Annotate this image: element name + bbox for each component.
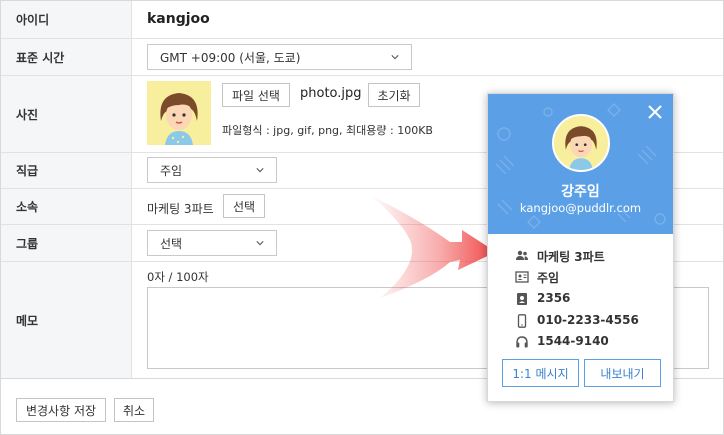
card-ext: 2356: [537, 291, 571, 305]
timezone-select[interactable]: GMT +09:00 (서울, 도쿄): [147, 44, 412, 70]
file-hint: 파일형식 : jpg, gif, png, 최대용량 : 100KB: [222, 124, 433, 137]
direct-message-button[interactable]: 1:1 메시지: [502, 359, 579, 387]
id-label: 아이디: [1, 1, 132, 38]
chevron-down-icon: [256, 168, 264, 173]
card-name: 강주임: [561, 184, 600, 200]
card-phone: 1544-9140: [537, 334, 609, 348]
cancel-button[interactable]: 취소: [114, 398, 154, 422]
headset-icon: [516, 336, 528, 348]
chevron-down-icon: [256, 241, 264, 246]
rank-select[interactable]: 주임: [147, 157, 277, 183]
file-select-button[interactable]: 파일 선택: [222, 83, 290, 107]
card-avatar: [552, 114, 610, 172]
dept-select-button[interactable]: 선택: [223, 194, 265, 218]
people-icon: [516, 250, 528, 260]
photo-label: 사진: [1, 76, 132, 152]
memo-label: 메모: [1, 262, 132, 378]
card-header: 강주임 kangjoo@puddlr.com: [488, 94, 673, 234]
file-name: photo.jpg: [300, 86, 362, 101]
close-icon[interactable]: [647, 104, 663, 120]
card-email: kangjoo@puddlr.com: [519, 201, 642, 215]
export-button[interactable]: 내보내기: [584, 359, 661, 387]
chevron-down-icon: [391, 55, 399, 60]
avatar-illustration: [147, 81, 211, 145]
badge-icon: [515, 271, 529, 283]
memo-char-count: 0자 / 100자: [147, 270, 209, 284]
id-value: kangjoo: [147, 11, 210, 27]
profile-avatar: [147, 81, 211, 145]
group-value: 선택: [160, 236, 183, 251]
rank-value: 주임: [160, 163, 183, 178]
profile-card-popup: 강주임 kangjoo@puddlr.com 마케팅 3파트 주임 2356 0…: [487, 93, 674, 402]
group-label: 그룹: [1, 225, 132, 261]
timezone-label: 표준 시간: [1, 39, 132, 75]
reset-button[interactable]: 초기화: [368, 83, 420, 107]
id-row: 아이디 kangjoo: [1, 1, 723, 39]
timezone-value: GMT +09:00 (서울, 도쿄): [160, 50, 301, 65]
contact-icon: [517, 293, 527, 305]
smartphone-icon: [517, 314, 527, 328]
dept-value: 마케팅 3파트: [147, 202, 214, 216]
save-button[interactable]: 변경사항 저장: [16, 398, 106, 422]
group-select[interactable]: 선택: [147, 230, 277, 256]
card-dept: 마케팅 3파트: [537, 250, 605, 264]
avatar-illustration: [554, 116, 608, 170]
card-rank: 주임: [537, 271, 560, 285]
dept-label: 소속: [1, 189, 132, 224]
rank-label: 직급: [1, 153, 132, 188]
card-mobile: 010-2233-4556: [537, 313, 639, 327]
timezone-row: 표준 시간 GMT +09:00 (서울, 도쿄): [1, 39, 723, 76]
